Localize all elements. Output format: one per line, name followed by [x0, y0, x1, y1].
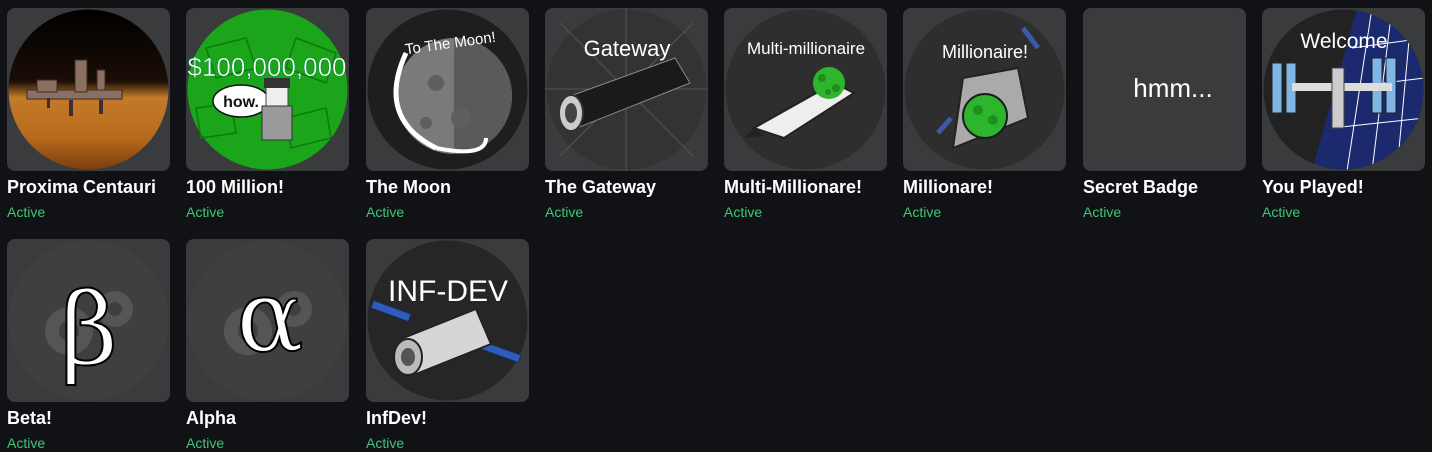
badge-tile[interactable]: $100,000,000 how. — [186, 8, 349, 171]
badge-status: Active — [366, 435, 405, 451]
svg-text:INF-DEV: INF-DEV — [388, 275, 508, 308]
badge-grid: Proxima Centauri Active $100,000,000 how… — [0, 0, 1432, 452]
badge-status: Active — [7, 204, 46, 220]
money-stack-icon: $100,000,000 how. — [187, 9, 348, 170]
svg-text:hmm...: hmm... — [1133, 73, 1212, 103]
badge-status: Active — [186, 435, 225, 451]
capsule-icon: Millionaire! — [904, 9, 1065, 170]
badge-name[interactable]: Millionare! — [903, 177, 993, 198]
badge-name[interactable]: 100 Million! — [186, 177, 284, 198]
badge-status: Active — [903, 204, 942, 220]
svg-text:Multi-millionaire: Multi-millionaire — [747, 39, 865, 58]
badge-tile[interactable]: α — [186, 239, 349, 402]
badge-name[interactable]: You Played! — [1262, 177, 1364, 198]
space-station-icon: Welcome — [1263, 9, 1424, 170]
secret-icon: hmm... — [1083, 8, 1246, 171]
svg-text:Gateway: Gateway — [584, 36, 671, 61]
alpha-gear-icon: α — [187, 240, 348, 401]
badge-tile[interactable]: Gateway — [545, 8, 708, 171]
badge-tile[interactable]: Welcome — [1262, 8, 1425, 171]
proxima-centauri-icon — [8, 9, 169, 170]
badge-name[interactable]: InfDev! — [366, 408, 427, 429]
svg-text:Millionaire!: Millionaire! — [942, 42, 1028, 62]
svg-text:Welcome: Welcome — [1300, 30, 1387, 53]
satellite-icon: INF-DEV — [367, 240, 528, 401]
badge-status: Active — [7, 435, 46, 451]
badge-status: Active — [1083, 204, 1122, 220]
svg-text:β: β — [60, 271, 118, 388]
badge-status: Active — [186, 204, 225, 220]
badge-status: Active — [724, 204, 763, 220]
badge-name[interactable]: The Gateway — [545, 177, 656, 198]
svg-text:α: α — [236, 258, 304, 375]
badge-tile[interactable]: Millionaire! — [903, 8, 1066, 171]
badge-tile[interactable]: hmm... — [1083, 8, 1246, 171]
badge-name[interactable]: Proxima Centauri — [7, 177, 156, 198]
badge-name[interactable]: Secret Badge — [1083, 177, 1198, 198]
badge-tile[interactable] — [7, 8, 170, 171]
badge-name[interactable]: The Moon — [366, 177, 451, 198]
shuttle-icon: Multi-millionaire — [725, 9, 886, 170]
badge-name[interactable]: Alpha — [186, 408, 236, 429]
badge-name[interactable]: Beta! — [7, 408, 52, 429]
svg-text:$100,000,000: $100,000,000 — [187, 52, 346, 82]
badge-tile[interactable]: β — [7, 239, 170, 402]
badge-status: Active — [1262, 204, 1301, 220]
beta-gear-icon: β — [8, 240, 169, 401]
badge-tile[interactable]: INF-DEV — [366, 239, 529, 402]
gateway-icon: Gateway — [545, 8, 708, 171]
badge-tile[interactable]: To The Moon! — [366, 8, 529, 171]
badge-name[interactable]: Multi-Millionare! — [724, 177, 862, 198]
badge-tile[interactable]: Multi-millionaire — [724, 8, 887, 171]
moon-icon: To The Moon! — [367, 9, 528, 170]
badge-status: Active — [545, 204, 584, 220]
svg-text:how.: how. — [223, 94, 259, 111]
badge-status: Active — [366, 204, 405, 220]
